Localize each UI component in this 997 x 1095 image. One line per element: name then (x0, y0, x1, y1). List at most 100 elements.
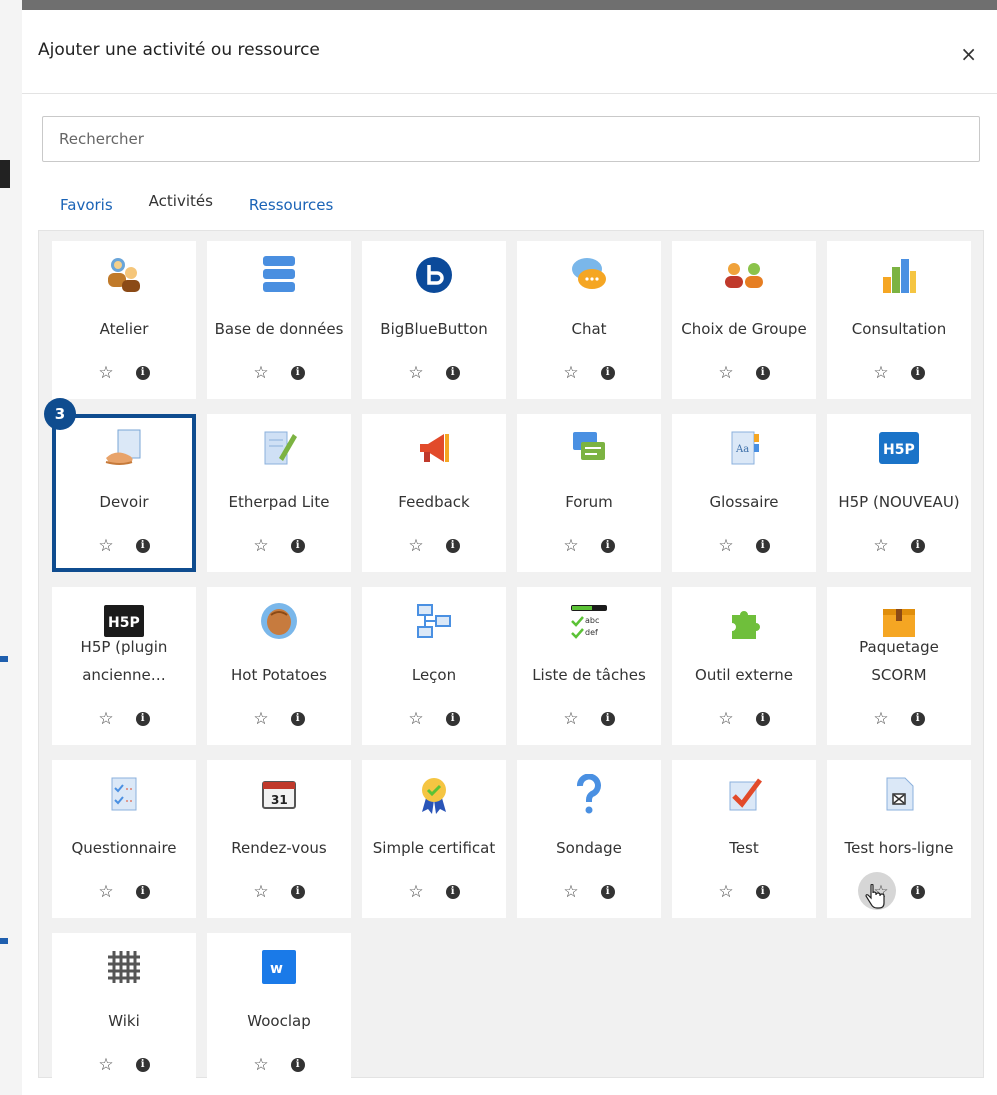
megaphone-icon (362, 428, 506, 468)
activity-tile-test[interactable]: Test ☆ i (672, 760, 816, 918)
star-icon[interactable]: ☆ (563, 707, 578, 731)
star-icon[interactable]: ☆ (253, 361, 268, 385)
info-icon[interactable]: i (290, 885, 305, 899)
tile-actions: ☆ i (672, 361, 816, 385)
info-icon[interactable]: i (445, 539, 460, 553)
tile-actions: ☆ i (672, 534, 816, 558)
star-icon[interactable]: ☆ (873, 707, 888, 731)
info-icon[interactable]: i (910, 539, 925, 553)
tile-label: Wiki (108, 1012, 140, 1030)
star-icon[interactable]: ☆ (253, 534, 268, 558)
info-icon[interactable]: i (600, 885, 615, 899)
activity-tile-h5p-plugin[interactable]: H5P H5P (plugin ancienne… ☆ i (52, 587, 196, 745)
tile-actions: ☆ i (207, 1053, 351, 1077)
activity-tile-h5p-nouveau[interactable]: H5P H5P (NOUVEAU) ☆ i (827, 414, 971, 572)
tab-ressources[interactable]: Ressources (231, 186, 351, 230)
activity-tile-forum[interactable]: Forum ☆ i (517, 414, 661, 572)
star-icon[interactable]: ☆ (408, 534, 423, 558)
star-icon[interactable]: ☆ (98, 361, 113, 385)
star-icon[interactable]: ☆ (98, 1053, 113, 1077)
star-icon[interactable]: ☆ (253, 707, 268, 731)
info-icon[interactable]: i (910, 885, 925, 899)
tile-label: BigBlueButton (380, 320, 488, 338)
star-icon[interactable]: ☆ (408, 361, 423, 385)
star-icon[interactable]: ☆ (718, 534, 733, 558)
activity-tile-wiki[interactable]: Wiki ☆ i (52, 933, 196, 1091)
group-choice-icon (672, 255, 816, 295)
info-icon[interactable]: i (135, 366, 150, 380)
info-icon[interactable]: i (910, 712, 925, 726)
tile-actions: ☆ i (827, 707, 971, 731)
info-icon[interactable]: i (135, 1058, 150, 1072)
info-icon[interactable]: i (135, 885, 150, 899)
modal-title: Ajouter une activité ou ressource (38, 40, 320, 60)
tab-activites[interactable]: Activités (130, 182, 231, 226)
info-icon[interactable]: i (755, 712, 770, 726)
close-button[interactable]: × (960, 44, 977, 64)
star-icon[interactable]: ☆ (563, 880, 578, 904)
activity-tile-rendez-vous[interactable]: 31 Rendez-vous ☆ i (207, 760, 351, 918)
tile-label: H5P (NOUVEAU) (838, 493, 960, 511)
info-icon[interactable]: i (600, 366, 615, 380)
star-icon[interactable]: ☆ (408, 707, 423, 731)
atelier-icon (52, 255, 196, 295)
activity-tile-questionnaire[interactable]: Questionnaire ☆ i (52, 760, 196, 918)
tile-label: Rendez-vous (231, 839, 327, 857)
info-icon[interactable]: i (290, 539, 305, 553)
info-icon[interactable]: i (445, 366, 460, 380)
tile-actions: ☆ i (827, 534, 971, 558)
info-icon[interactable]: i (600, 539, 615, 553)
activity-tile-paquetage-scorm[interactable]: Paquetage SCORM ☆ i (827, 587, 971, 745)
activity-tile-hot-potatoes[interactable]: Hot Potatoes ☆ i (207, 587, 351, 745)
info-icon[interactable]: i (445, 712, 460, 726)
star-icon[interactable]: ☆ (98, 534, 113, 558)
info-icon[interactable]: i (600, 712, 615, 726)
star-icon[interactable]: ☆ (873, 361, 888, 385)
star-icon[interactable]: ☆ (98, 707, 113, 731)
activity-tile-simple-certificat[interactable]: Simple certificat ☆ i (362, 760, 506, 918)
activity-tile-etherpad-lite[interactable]: Etherpad Lite ☆ i (207, 414, 351, 572)
tile-actions: ☆ i (362, 361, 506, 385)
tab-favoris[interactable]: Favoris (42, 186, 131, 230)
activity-tile-bigbluebutton[interactable]: BigBlueButton ☆ i (362, 241, 506, 399)
tile-label: Questionnaire (71, 839, 177, 857)
star-icon[interactable]: ☆ (253, 1053, 268, 1077)
info-icon[interactable]: i (135, 539, 150, 553)
star-icon[interactable]: ☆ (873, 534, 888, 558)
activity-tile-choix-de-groupe[interactable]: Choix de Groupe ☆ i (672, 241, 816, 399)
info-icon[interactable]: i (290, 712, 305, 726)
activity-tile-base-de-donnees[interactable]: Base de données ☆ i (207, 241, 351, 399)
activity-tile-lecon[interactable]: Leçon ☆ i (362, 587, 506, 745)
tile-label: Test hors-ligne (844, 839, 954, 857)
activity-tile-sondage[interactable]: Sondage ☆ i (517, 760, 661, 918)
tile-label: Outil externe (695, 666, 793, 684)
info-icon[interactable]: i (755, 885, 770, 899)
star-icon[interactable]: ☆ (563, 534, 578, 558)
star-icon[interactable]: ☆ (718, 707, 733, 731)
activity-tile-liste-de-taches[interactable]: abc def Liste de tâches ☆ i (517, 587, 661, 745)
activity-tile-consultation[interactable]: Consultation ☆ i (827, 241, 971, 399)
star-icon[interactable]: ☆ (718, 880, 733, 904)
info-icon[interactable]: i (445, 885, 460, 899)
star-icon[interactable]: ☆ (718, 361, 733, 385)
activity-tile-outil-externe[interactable]: Outil externe ☆ i (672, 587, 816, 745)
star-icon[interactable]: ☆ (408, 880, 423, 904)
info-icon[interactable]: i (290, 366, 305, 380)
info-icon[interactable]: i (755, 539, 770, 553)
activity-tile-atelier[interactable]: Atelier ☆ i (52, 241, 196, 399)
info-icon[interactable]: i (135, 712, 150, 726)
activity-tile-test-hors-ligne[interactable]: Test hors-ligne ☆ i (827, 760, 971, 918)
activity-tile-feedback[interactable]: Feedback ☆ i (362, 414, 506, 572)
tile-label: H5P (plugin ancienne… (80, 638, 168, 684)
star-icon[interactable]: ☆ (253, 880, 268, 904)
info-icon[interactable]: i (290, 1058, 305, 1072)
star-icon[interactable]: ☆ (563, 361, 578, 385)
activity-tile-chat[interactable]: Chat ☆ i (517, 241, 661, 399)
activity-tile-wooclap[interactable]: w Wooclap ☆ i (207, 933, 351, 1091)
activity-tile-devoir[interactable]: 3 Devoir ☆ i (44, 398, 196, 572)
info-icon[interactable]: i (910, 366, 925, 380)
search-input[interactable] (42, 116, 980, 162)
activity-tile-glossaire[interactable]: Aa Glossaire ☆ i (672, 414, 816, 572)
info-icon[interactable]: i (755, 366, 770, 380)
star-icon[interactable]: ☆ (98, 880, 113, 904)
